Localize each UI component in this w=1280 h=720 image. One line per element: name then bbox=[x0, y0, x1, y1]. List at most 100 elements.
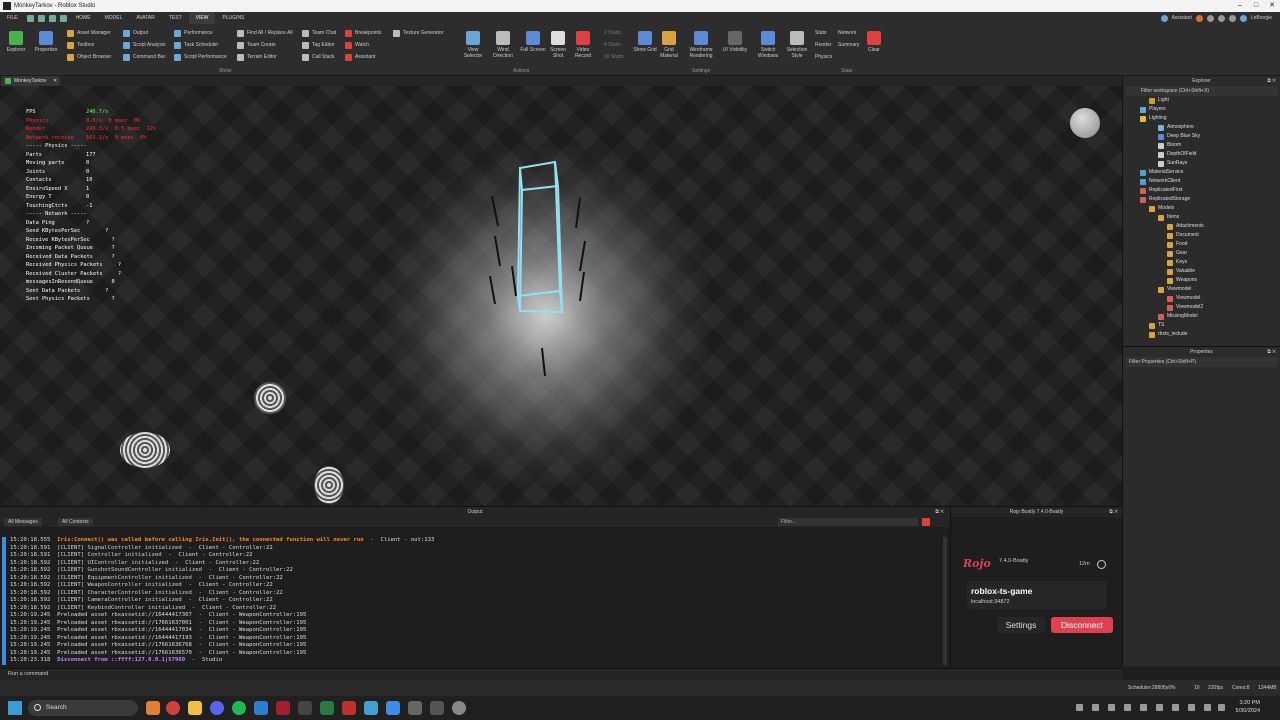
output-button[interactable]: Output bbox=[123, 28, 148, 38]
app-icon[interactable] bbox=[320, 701, 334, 715]
volume-icon[interactable] bbox=[1218, 704, 1225, 711]
taskbar-search[interactable]: Search bbox=[28, 700, 138, 716]
tree-item-keys[interactable]: Keys bbox=[1123, 258, 1280, 267]
file-menu[interactable]: FILE bbox=[0, 12, 25, 24]
output-scrollbar[interactable] bbox=[943, 537, 947, 665]
4-studs-option[interactable]: 4 Studs bbox=[604, 40, 621, 50]
avatar[interactable] bbox=[1239, 14, 1247, 22]
tree-item-deep-blue-sky[interactable]: Deep Blue Sky bbox=[1123, 132, 1280, 141]
tab-avatar[interactable]: AVATAR bbox=[129, 12, 162, 24]
summary-button[interactable]: Summary bbox=[838, 40, 859, 50]
script-analysis-button[interactable]: Script Analysis bbox=[123, 40, 166, 50]
tree-item-weapons[interactable]: Weapons bbox=[1123, 276, 1280, 285]
tree-item-depthoffield[interactable]: DepthOfField bbox=[1123, 150, 1280, 159]
windows-start-icon[interactable] bbox=[8, 701, 22, 715]
team-create-button[interactable]: Team Create bbox=[237, 40, 276, 50]
tab-test[interactable]: TEST bbox=[162, 12, 189, 24]
16-studs-option[interactable]: 16 Studs bbox=[604, 52, 624, 62]
panel-close-icon[interactable]: ⧉ ✕ bbox=[1267, 76, 1276, 86]
notifications-icon[interactable] bbox=[1228, 14, 1236, 22]
switch-windows-button[interactable]: Switch Windows bbox=[755, 28, 781, 59]
properties-button[interactable]: Properties bbox=[33, 28, 59, 53]
tree-item-document[interactable]: Document bbox=[1123, 231, 1280, 240]
tree-item-ts[interactable]: TS bbox=[1123, 321, 1280, 330]
tree-item-gear[interactable]: Gear bbox=[1123, 249, 1280, 258]
taskbar-clock[interactable]: 3:20 PM 5/30/2024 bbox=[1236, 699, 1260, 715]
tag-editor-button[interactable]: Tag Editor bbox=[302, 40, 335, 50]
tree-item-bloom[interactable]: Bloom bbox=[1123, 141, 1280, 150]
tree-item-viewmodel[interactable]: Viewmodel bbox=[1123, 285, 1280, 294]
asset-manager-button[interactable]: Asset Manager bbox=[67, 28, 111, 38]
all-messages-dropdown[interactable]: All Messages bbox=[4, 518, 42, 526]
vscode-icon[interactable] bbox=[254, 701, 268, 715]
tab-plugins[interactable]: PLUGINS bbox=[215, 12, 251, 24]
tab-view[interactable]: VIEW bbox=[188, 12, 216, 24]
task-scheduler-button[interactable]: Task Scheduler bbox=[174, 40, 218, 50]
selected-part-box[interactable] bbox=[516, 160, 564, 314]
screen-shot-button[interactable]: Screen Shot bbox=[545, 28, 571, 59]
app-icon[interactable] bbox=[408, 701, 422, 715]
tray-icon[interactable] bbox=[1188, 704, 1195, 711]
wifi-icon[interactable] bbox=[1204, 704, 1211, 711]
assistant-button[interactable]: Assistant bbox=[1172, 15, 1192, 21]
redo-icon[interactable] bbox=[48, 14, 56, 22]
command-bar-button[interactable]: Command Bar bbox=[123, 52, 165, 62]
tray-icon[interactable] bbox=[1156, 704, 1163, 711]
tree-item-viewmodel[interactable]: Viewmodel bbox=[1123, 294, 1280, 303]
render-button[interactable]: Render bbox=[815, 40, 831, 50]
panel-close-icon[interactable]: ⧉ ✕ bbox=[935, 507, 944, 517]
watch-button[interactable]: Watch bbox=[345, 40, 369, 50]
wind-direction-button[interactable]: Wind Direction bbox=[490, 28, 516, 59]
tree-item-light[interactable]: Light bbox=[1123, 96, 1280, 105]
undo-icon[interactable] bbox=[37, 14, 45, 22]
assistant-icon[interactable] bbox=[1160, 14, 1168, 22]
tree-item-materialservice[interactable]: MaterialService bbox=[1123, 168, 1280, 177]
clear-output-icon[interactable] bbox=[922, 518, 930, 526]
tree-item-players[interactable]: Players bbox=[1123, 105, 1280, 114]
stats-button[interactable]: Stats bbox=[815, 28, 826, 38]
command-bar-input[interactable]: Run a command bbox=[0, 668, 1122, 680]
explorer-filter-input[interactable]: Filter workspace (Ctrl+Shift+X) bbox=[1125, 86, 1278, 96]
app-icon[interactable] bbox=[364, 701, 378, 715]
discord-icon[interactable] bbox=[210, 701, 224, 715]
roblox-studio-taskbar-icon[interactable] bbox=[386, 701, 400, 715]
terrain-editor-button[interactable]: Terrain Editor bbox=[237, 52, 277, 62]
clear-button[interactable]: Clear bbox=[861, 28, 887, 53]
view-selector-button[interactable]: View Selector bbox=[460, 28, 486, 59]
assistant-button[interactable]: Assistant bbox=[345, 52, 375, 62]
find-all-replace-all-button[interactable]: Find All / Replace All bbox=[237, 28, 293, 38]
script-performance-button[interactable]: Script Performance bbox=[174, 52, 227, 62]
collab-icon[interactable] bbox=[1195, 14, 1203, 22]
toolbox-button[interactable]: Toolbox bbox=[67, 40, 94, 50]
rojo-settings-button[interactable]: Settings bbox=[997, 617, 1045, 633]
app-icon[interactable] bbox=[430, 701, 444, 715]
tree-item-rbxts-include[interactable]: rbxts_include bbox=[1123, 330, 1280, 339]
tree-item-items[interactable]: Items bbox=[1123, 213, 1280, 222]
tree-item-lighting[interactable]: Lighting bbox=[1123, 114, 1280, 123]
object-browser-button[interactable]: Object Browser bbox=[67, 52, 111, 62]
tree-item-missingmodel[interactable]: MissingModel bbox=[1123, 312, 1280, 321]
tree-item-valuable[interactable]: Valuable bbox=[1123, 267, 1280, 276]
spotify-icon[interactable] bbox=[232, 701, 246, 715]
tray-icon[interactable] bbox=[1124, 704, 1131, 711]
tree-item-networkclient[interactable]: NetworkClient bbox=[1123, 177, 1280, 186]
full-screen-button[interactable]: Full Screen bbox=[520, 28, 546, 53]
performance-button[interactable]: Performance bbox=[174, 28, 213, 38]
wireframe-rendering-button[interactable]: Wireframe Rendering bbox=[688, 28, 714, 59]
texture-generator-button[interactable]: Texture Generator bbox=[393, 28, 443, 38]
tab-model[interactable]: MODEL bbox=[98, 12, 130, 24]
tree-item-sunrays[interactable]: SunRays bbox=[1123, 159, 1280, 168]
selection-style-button[interactable]: Selection Style bbox=[784, 28, 810, 59]
save-icon[interactable] bbox=[26, 14, 34, 22]
close-tab-icon[interactable]: ✕ bbox=[53, 76, 57, 86]
explorer-button[interactable]: Explorer bbox=[3, 28, 29, 53]
tray-icon[interactable] bbox=[1172, 704, 1179, 711]
play-icon[interactable] bbox=[59, 14, 67, 22]
tree-item-replicatedfirst[interactable]: ReplicatedFirst bbox=[1123, 186, 1280, 195]
app-icon[interactable] bbox=[146, 701, 160, 715]
team-chat-button[interactable]: Team Chat bbox=[302, 28, 336, 38]
close-icon[interactable]: ✕ bbox=[1264, 0, 1280, 12]
tree-item-atmosphere[interactable]: Atmosphere bbox=[1123, 123, 1280, 132]
username[interactable]: LeBoogle bbox=[1251, 15, 1272, 21]
output-log[interactable]: 15:20:18.555 Iris:Connect() was called b… bbox=[10, 537, 434, 665]
